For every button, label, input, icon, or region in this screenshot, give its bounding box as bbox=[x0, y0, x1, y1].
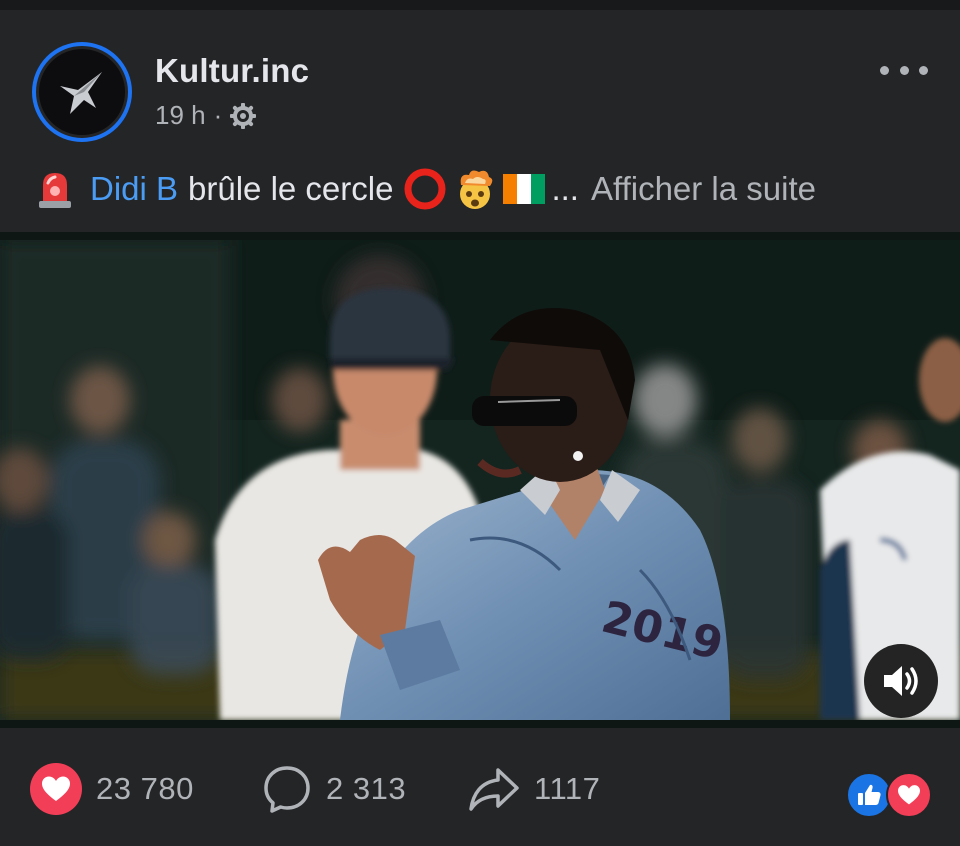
more-options-button[interactable] bbox=[880, 58, 928, 82]
red-circle-emoji bbox=[404, 168, 446, 210]
post-caption: Didi B brûle le cercle ... Afficher la s… bbox=[36, 166, 936, 212]
speaker-icon bbox=[884, 666, 918, 696]
share-count: 1117 bbox=[534, 771, 601, 806]
video-scene-image: 2019 bbox=[0, 240, 960, 720]
post-actions-bar: 23 780 2 313 1117 bbox=[0, 728, 960, 846]
video-bottom-strip bbox=[0, 720, 960, 728]
comment-count: 2 313 bbox=[326, 771, 407, 806]
reactions-summary[interactable] bbox=[846, 772, 934, 818]
siren-emoji bbox=[39, 173, 71, 208]
mention-link[interactable]: Didi B bbox=[90, 170, 178, 208]
meta-separator: · bbox=[213, 100, 223, 130]
exploding-head-emoji bbox=[460, 170, 493, 209]
sound-toggle-button[interactable] bbox=[864, 644, 938, 718]
thumbs-up-icon bbox=[858, 784, 881, 805]
heart-icon bbox=[898, 785, 920, 805]
avatar-star-logo bbox=[60, 72, 102, 114]
more-icon-dot bbox=[899, 65, 909, 75]
heart-icon bbox=[42, 776, 70, 801]
like-count: 23 780 bbox=[96, 771, 194, 806]
share-icon bbox=[469, 768, 519, 811]
post-time[interactable]: 19 h bbox=[155, 100, 206, 131]
caption-ellipsis: ... bbox=[551, 170, 579, 207]
ivory-coast-flag-emoji bbox=[503, 174, 546, 204]
share-action[interactable]: 1117 bbox=[468, 761, 600, 817]
video-player[interactable]: 2019 bbox=[0, 232, 960, 728]
more-icon-dot bbox=[919, 65, 928, 75]
caption-text: brûle le cercle bbox=[188, 170, 394, 207]
like-action[interactable]: 23 780 bbox=[30, 761, 194, 817]
comment-icon bbox=[264, 766, 310, 813]
post-meta: 19 h · bbox=[155, 100, 257, 131]
video-frame: 2019 bbox=[0, 240, 960, 720]
page-name[interactable]: Kultur.inc bbox=[155, 52, 309, 90]
comment-action[interactable]: 2 313 bbox=[262, 761, 406, 817]
globe-icon bbox=[230, 102, 257, 129]
avatar[interactable] bbox=[32, 42, 132, 142]
more-icon-dot bbox=[880, 65, 889, 75]
post-header: Kultur.inc 19 h · Didi B brûle le cercle… bbox=[0, 10, 960, 232]
see-more-link[interactable]: Afficher la suite bbox=[591, 170, 816, 208]
top-divider bbox=[0, 0, 960, 10]
like-circle bbox=[30, 763, 82, 815]
avatar-image bbox=[36, 46, 128, 138]
love-reaction bbox=[886, 772, 932, 818]
